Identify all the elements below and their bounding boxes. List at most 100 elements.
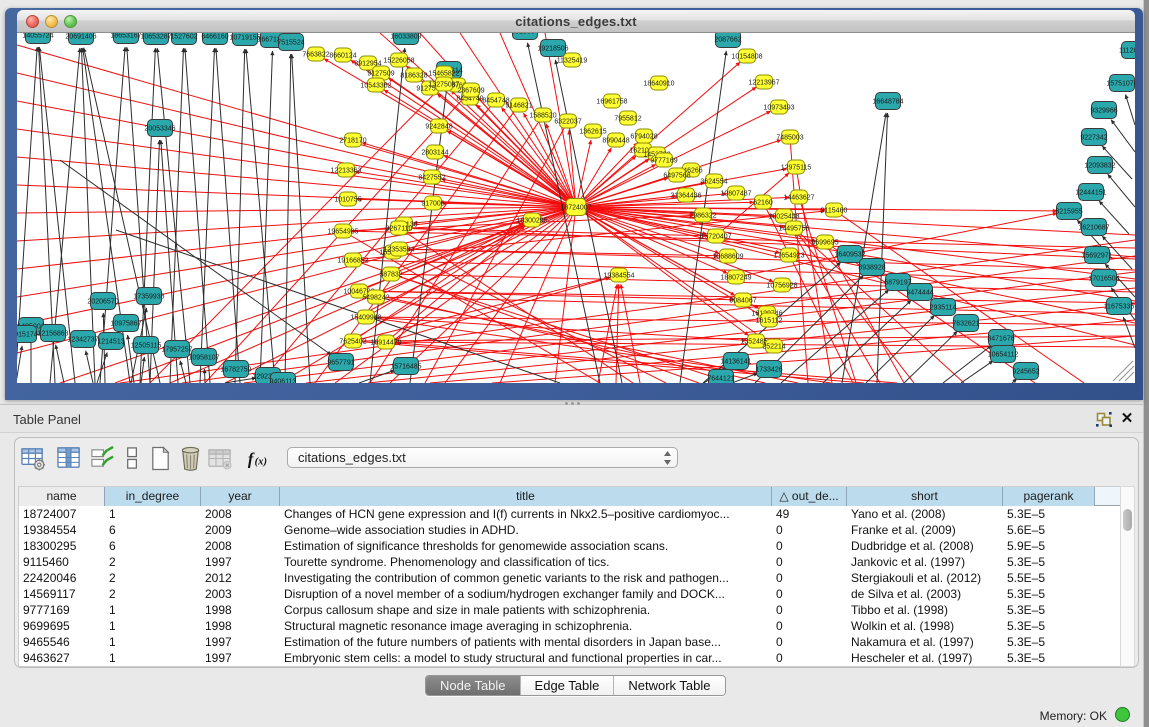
network-node-teal[interactable]: 20053346 (144, 120, 175, 137)
table-row[interactable]: 1830029562008Estimation of significance … (19, 538, 1122, 554)
network-node-yellow[interactable]: 2803144 (421, 145, 448, 159)
column-header-year[interactable]: year (201, 487, 280, 506)
network-node-teal[interactable]: 9329966 (1090, 102, 1117, 119)
network-node-yellow[interactable]: 8660124 (329, 48, 356, 62)
network-node-teal[interactable]: 7644121 (707, 370, 734, 384)
network-node-teal[interactable]: 16210687 (1078, 219, 1109, 236)
network-node-yellow[interactable]: 252214 (762, 339, 785, 353)
network-node-teal[interactable]: 8813054 (511, 33, 538, 40)
splitter-grip[interactable] (565, 402, 585, 406)
import-table-icon-disabled[interactable] (208, 446, 233, 471)
show-columns-icon[interactable] (57, 446, 82, 471)
network-node-yellow[interactable]: 14463627 (783, 190, 814, 204)
table-row[interactable]: 969969511998Structural magnetic resonanc… (19, 618, 1122, 634)
delete-table-icon[interactable] (178, 446, 203, 471)
network-node-teal[interactable]: 9227342 (1080, 129, 1107, 146)
network-node-teal[interactable]: 1733426 (755, 361, 782, 378)
network-node-teal[interactable]: 15716485 (390, 358, 421, 375)
network-node-yellow[interactable]: 16961758 (596, 94, 627, 108)
network-node-teal[interactable]: 9474444 (906, 284, 933, 301)
network-node-teal[interactable]: 11128312 (1119, 42, 1135, 59)
float-panel-icon[interactable] (1096, 412, 1112, 427)
network-node-teal[interactable]: 12342737 (67, 331, 98, 348)
table-row[interactable]: 1872400712008Changes of HCN gene express… (19, 506, 1122, 522)
network-node-yellow[interactable]: 19166852 (337, 253, 368, 267)
network-node-teal[interactable]: 10975867 (110, 315, 141, 332)
canvas-resize-grip[interactable] (1113, 361, 1134, 381)
column-header-short[interactable]: short (847, 487, 1003, 506)
network-node-yellow[interactable]: 10756928 (766, 278, 797, 292)
network-node-teal[interactable]: 10653287 (140, 33, 171, 45)
network-node-teal[interactable]: 7515524 (277, 34, 304, 51)
network-node-teal[interactable]: 16648784 (872, 93, 903, 110)
network-node-teal[interactable]: 18653167 (110, 33, 141, 44)
network-node-yellow[interactable]: 6322037 (554, 114, 581, 128)
table-row[interactable]: 1938455462009Genome–wide association stu… (19, 522, 1122, 538)
network-node-teal[interactable]: 16033809 (390, 33, 421, 45)
network-node-yellow[interactable]: 15226058 (383, 53, 414, 67)
network-node-yellow[interactable]: 12213967 (748, 75, 779, 89)
table-header-row[interactable]: namein_degreeyeartitle△ out_de...shortpa… (19, 487, 1122, 506)
citation-network-graph[interactable]: 1405572420691406186531671065328715276026… (17, 33, 1135, 383)
row-height-icon[interactable] (120, 446, 145, 471)
network-node-teal[interactable]: 14055724 (22, 33, 53, 44)
network-node-teal[interactable]: 10654112 (988, 346, 1019, 363)
new-table-icon[interactable] (148, 446, 173, 471)
network-canvas[interactable]: 1405572420691406186531671065328715276026… (17, 33, 1135, 383)
network-node-teal[interactable]: 3915174 (17, 326, 38, 343)
close-panel-icon[interactable]: ✕ (1120, 411, 1134, 427)
function-builder-icon[interactable]: f (x) (246, 446, 271, 471)
table-row[interactable]: 2242004622012Investigating the contribut… (19, 570, 1122, 586)
network-node-teal[interactable]: 8938928 (858, 259, 885, 276)
network-node-teal[interactable]: 9657791 (327, 354, 354, 371)
table-row[interactable]: 946362711997Embryonic stem cells: a mode… (19, 650, 1122, 666)
network-node-teal[interactable]: 16782759 (220, 361, 251, 378)
network-node-yellow[interactable]: 10154808 (731, 49, 762, 63)
network-node-yellow[interactable]: 10807487 (720, 186, 751, 200)
tab-node-table[interactable]: Node Table (426, 676, 521, 695)
tab-network-table[interactable]: Network Table (614, 676, 724, 695)
network-node-yellow[interactable]: 12975115 (781, 160, 812, 174)
network-node-teal[interactable]: 8215955 (1055, 203, 1082, 220)
network-node-yellow[interactable]: 917006 (421, 196, 444, 210)
network-node-yellow[interactable]: 1010755 (334, 192, 361, 206)
network-node-teal[interactable]: 7632621 (952, 315, 979, 332)
column-header-pagerank[interactable]: pagerank (1003, 487, 1095, 506)
network-node-yellow[interactable]: 7663822 (302, 47, 329, 61)
network-node-teal[interactable]: 1214513 (97, 333, 124, 350)
network-node-teal[interactable]: 10958107 (188, 349, 219, 366)
table-row[interactable]: 977716911998Corpus callosum shape and si… (19, 602, 1122, 618)
network-node-teal[interactable]: 1527602 (170, 33, 197, 45)
network-node-teal[interactable]: 9245652 (1012, 363, 1039, 380)
column-header-out_de[interactable]: △ out_de... (772, 487, 847, 506)
network-node-teal[interactable]: 11675335 (1104, 298, 1135, 315)
network-node-yellow[interactable]: 21364436 (670, 188, 701, 202)
column-header-in_degree[interactable]: in_degree (105, 487, 201, 506)
network-node-teal[interactable]: 6466160 (201, 33, 228, 45)
network-node-yellow[interactable]: 3624554 (700, 174, 727, 188)
network-node-teal[interactable]: 2087662 (714, 33, 741, 48)
table-row[interactable]: 1456911722003Disruption of a novel membe… (19, 586, 1122, 602)
network-node-yellow[interactable]: 7955812 (614, 111, 641, 125)
network-node-yellow[interactable]: 7485003 (776, 130, 803, 144)
network-node-yellow[interactable]: 1362615 (579, 124, 606, 138)
network-node-teal[interactable]: 12444151 (1075, 184, 1106, 201)
network-node-teal[interactable]: 17016504 (1088, 270, 1119, 287)
tab-edge-table[interactable]: Edge Table (521, 676, 615, 695)
table-vertical-scrollbar[interactable] (1120, 486, 1135, 667)
network-node-yellow[interactable]: 18640910 (643, 76, 674, 90)
network-node-teal[interactable]: 2935114 (930, 299, 957, 316)
network-node-yellow[interactable]: 9115460 (821, 203, 848, 217)
network-node-teal[interactable]: 19218506 (537, 40, 568, 57)
network-node-teal[interactable]: 9406113 (270, 373, 297, 384)
network-window-titlebar[interactable]: citations_edges.txt (17, 10, 1135, 33)
network-node-teal[interactable]: 10719155 (229, 33, 260, 46)
network-node-teal[interactable]: 12156863 (37, 325, 68, 342)
select-columns-icon[interactable] (90, 446, 115, 471)
scrollbar-thumb[interactable] (1123, 509, 1132, 531)
network-node-teal[interactable]: 12093832 (1084, 157, 1115, 174)
network-node-teal[interactable]: 12505115 (131, 337, 162, 354)
network-node-yellow[interactable]: 62160 (753, 195, 773, 209)
column-header-title[interactable]: title (280, 487, 772, 506)
network-node-yellow[interactable]: 19654985 (327, 224, 358, 238)
